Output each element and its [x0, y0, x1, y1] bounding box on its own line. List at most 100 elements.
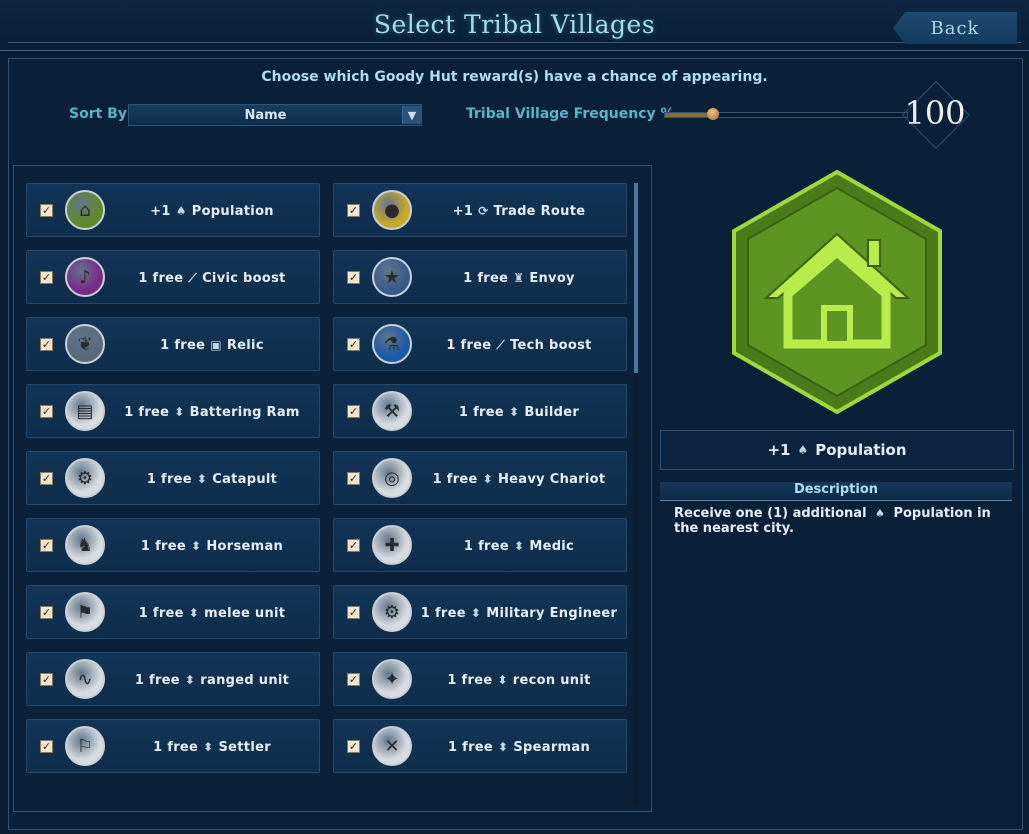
reward-name: recon unit: [512, 672, 591, 688]
scrollbar-thumb[interactable]: [634, 183, 638, 373]
star-icon: ★: [372, 257, 412, 297]
flask-icon: ⚗: [372, 324, 412, 364]
music-note-icon: ♪: [65, 257, 105, 297]
reward-checkbox[interactable]: ✓: [40, 606, 53, 619]
reward-type-icon: ⟳: [478, 204, 489, 218]
reward-prefix: 1 free: [160, 337, 206, 353]
reward-name: Horseman: [206, 538, 284, 554]
reward-label: 1 free ♜ Envoy: [418, 251, 620, 305]
reward-checkbox[interactable]: ✓: [40, 204, 53, 217]
reward-label: 1 free ⟋ Civic boost: [111, 251, 313, 305]
chevron-down-icon[interactable]: ▼: [402, 106, 421, 124]
reward-card[interactable]: ✓ ❦ 1 free ▣ Relic: [26, 317, 320, 371]
compass-icon: ⚙: [372, 592, 412, 632]
reward-name: ranged unit: [200, 672, 290, 688]
reward-checkbox[interactable]: ✓: [347, 539, 360, 552]
reward-list-panel: ✓ ⌂ +1 ♠ Population ✓ ● +1 ⟳ Trade Route ✓ ♪ 1 free ⟋…: [13, 165, 652, 812]
reward-type-icon: ♠: [175, 204, 187, 218]
sling-icon: ∿: [65, 659, 105, 699]
reward-checkbox[interactable]: ✓: [40, 740, 53, 753]
reward-prefix: 1 free: [463, 538, 509, 554]
reward-label: 1 free ⬍ ranged unit: [111, 653, 313, 707]
reward-card[interactable]: ✓ ✕ 1 free ⬍ Spearman: [333, 719, 627, 773]
reward-checkbox[interactable]: ✓: [40, 539, 53, 552]
reward-type-icon: ⬍: [509, 405, 520, 419]
reward-type-icon: ⟋: [496, 337, 506, 352]
header-divider: [8, 42, 1021, 43]
reward-card[interactable]: ✓ ♞ 1 free ⬍ Horseman: [26, 518, 320, 572]
reward-type-icon: ⬍: [203, 740, 214, 754]
frequency-value: 100: [904, 94, 966, 132]
reward-card[interactable]: ✓ ∿ 1 free ⬍ ranged unit: [26, 652, 320, 706]
reward-checkbox[interactable]: ✓: [347, 204, 360, 217]
reward-name: Battering Ram: [189, 404, 300, 420]
detail-title: +1 ♠ Population: [660, 430, 1014, 470]
reward-type-icon: ⬍: [470, 606, 482, 620]
reward-checkbox[interactable]: ✓: [347, 606, 360, 619]
reward-card[interactable]: ✓ ⚙ 1 free ⬍ Catapult: [26, 451, 320, 505]
reward-checkbox[interactable]: ✓: [347, 673, 360, 686]
reward-name: Settler: [218, 739, 271, 755]
reward-label: 1 free ⬍ Military Engineer: [418, 586, 620, 640]
reward-prefix: 1 free: [446, 337, 492, 353]
description-text: Receive one (1) additional ♠ Population …: [674, 506, 1004, 536]
population-hex-badge: [732, 169, 942, 415]
detail-title-name: Population: [815, 441, 907, 459]
reward-type-icon: ⬍: [497, 673, 508, 687]
reward-card[interactable]: ✓ ⚗ 1 free ⟋ Tech boost: [333, 317, 627, 371]
flag-icon: ⚐: [65, 726, 105, 766]
reward-checkbox[interactable]: ✓: [347, 338, 360, 351]
reward-name: Relic: [226, 337, 264, 353]
reward-type-icon: ♜: [513, 271, 525, 285]
reward-card[interactable]: ✓ ⚑ 1 free ⬍ melee unit: [26, 585, 320, 639]
instructions-text: Choose which Goody Hut reward(s) have a …: [261, 69, 768, 85]
reward-card[interactable]: ✓ ♪ 1 free ⟋ Civic boost: [26, 250, 320, 304]
reward-name: Envoy: [529, 270, 575, 286]
reward-checkbox[interactable]: ✓: [40, 472, 53, 485]
reward-label: 1 free ⬍ melee unit: [111, 586, 313, 640]
frequency-slider[interactable]: [664, 108, 908, 120]
reward-label: 1 free ⟋ Tech boost: [418, 318, 620, 372]
reward-prefix: 1 free: [458, 404, 504, 420]
reward-card[interactable]: ✓ ★ 1 free ♜ Envoy: [333, 250, 627, 304]
reward-checkbox[interactable]: ✓: [40, 271, 53, 284]
reward-card[interactable]: ✓ ✚ 1 free ⬍ Medic: [333, 518, 627, 572]
reward-card[interactable]: ✓ ⚒ 1 free ⬍ Builder: [333, 384, 627, 438]
reward-name: Military Engineer: [486, 605, 618, 621]
reward-checkbox[interactable]: ✓: [347, 472, 360, 485]
reward-label: 1 free ⬍ Battering Ram: [111, 385, 313, 439]
reward-checkbox[interactable]: ✓: [347, 271, 360, 284]
description-pre: Receive one (1) additional: [674, 506, 867, 521]
reward-card[interactable]: ✓ ⚙ 1 free ⬍ Military Engineer: [333, 585, 627, 639]
back-button[interactable]: Back: [893, 12, 1017, 44]
reward-card[interactable]: ✓ ● +1 ⟳ Trade Route: [333, 183, 627, 237]
reward-label: 1 free ⬍ Builder: [418, 385, 620, 439]
reward-label: 1 free ⬍ recon unit: [418, 653, 620, 707]
reward-label: 1 free ⬍ Medic: [418, 519, 620, 573]
reward-checkbox[interactable]: ✓: [40, 338, 53, 351]
reward-checkbox[interactable]: ✓: [40, 405, 53, 418]
reward-prefix: 1 free: [140, 538, 186, 554]
reward-card[interactable]: ✓ ✦ 1 free ⬍ recon unit: [333, 652, 627, 706]
reward-type-icon: ⬍: [513, 539, 525, 553]
reward-prefix: 1 free: [153, 739, 199, 755]
reward-checkbox[interactable]: ✓: [347, 405, 360, 418]
reward-card[interactable]: ✓ ⌂ +1 ♠ Population: [26, 183, 320, 237]
reward-card[interactable]: ✓ ⚐ 1 free ⬍ Settler: [26, 719, 320, 773]
wings-icon: ❦: [65, 324, 105, 364]
reward-prefix: 1 free: [138, 270, 184, 286]
sort-dropdown[interactable]: Name ▼: [128, 104, 422, 126]
reward-checkbox[interactable]: ✓: [40, 673, 53, 686]
reward-label: +1 ♠ Population: [111, 184, 313, 238]
sort-label: Sort By:: [69, 106, 133, 122]
reward-type-icon: ▣: [210, 338, 222, 352]
reward-card[interactable]: ✓ ◎ 1 free ⬍ Heavy Chariot: [333, 451, 627, 505]
header-bar: Select Tribal Villages Back: [0, 0, 1029, 51]
reward-checkbox[interactable]: ✓: [347, 740, 360, 753]
reward-card[interactable]: ✓ ▤ 1 free ⬍ Battering Ram: [26, 384, 320, 438]
reward-prefix: 1 free: [463, 270, 509, 286]
page-title: Select Tribal Villages: [373, 10, 656, 39]
list-scrollbar[interactable]: [634, 183, 638, 805]
club-icon: ⚑: [65, 592, 105, 632]
description-header: Description: [660, 482, 1012, 501]
